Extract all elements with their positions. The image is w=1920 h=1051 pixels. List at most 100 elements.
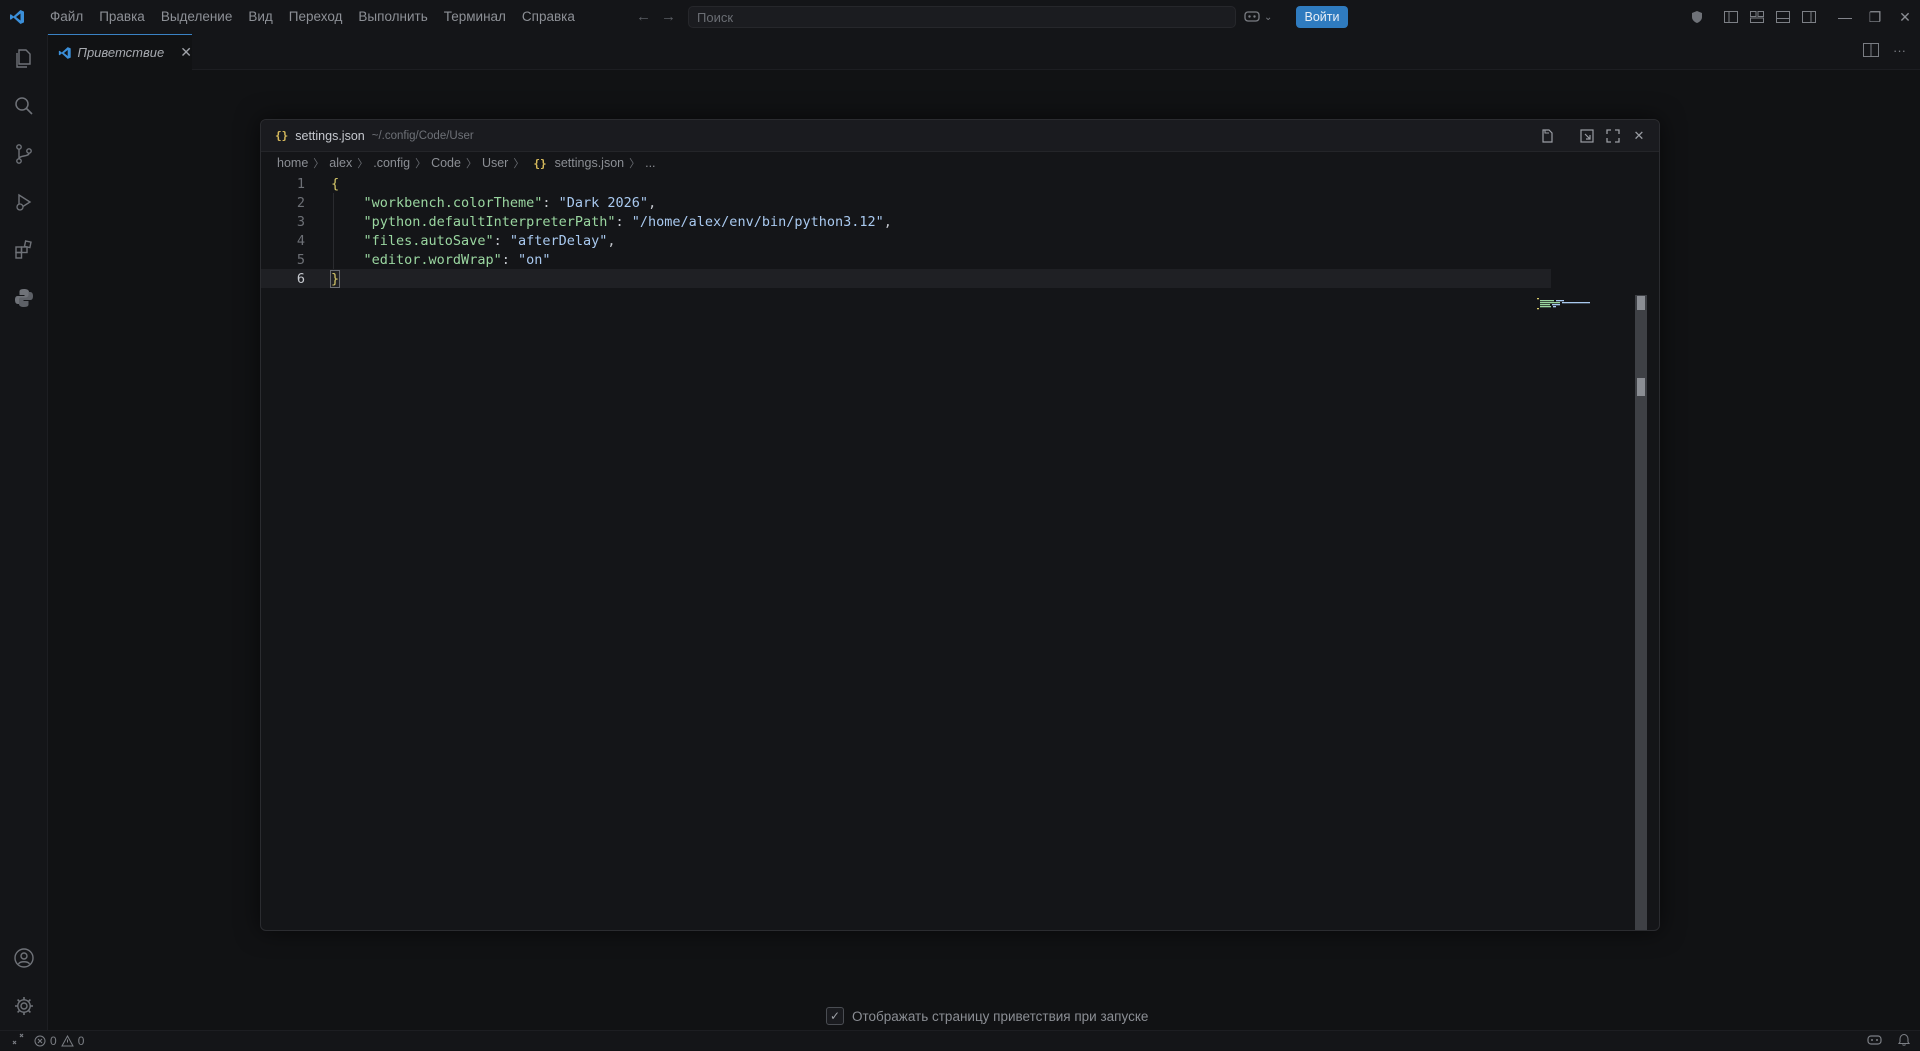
problems-indicator[interactable]: 0 0 xyxy=(34,1034,84,1048)
minimize-icon[interactable]: — xyxy=(1830,0,1860,34)
line-number: 1 xyxy=(296,175,305,192)
breadcrumb-alex[interactable]: alex xyxy=(329,156,352,170)
title-actions: — ❐ ✕ xyxy=(1684,0,1920,34)
accounts-icon[interactable] xyxy=(0,934,48,982)
json-value: Dark 2026 xyxy=(566,194,640,211)
copilot-status-icon[interactable] xyxy=(1867,1034,1882,1049)
activity-bar-bottom xyxy=(0,934,48,1030)
json-file-icon: {} xyxy=(275,129,289,142)
run-debug-icon[interactable] xyxy=(0,178,48,226)
line-number: 5 xyxy=(296,251,305,268)
code-text: } xyxy=(329,269,341,288)
menu-file[interactable]: Файл xyxy=(42,0,91,34)
code-line: 5 "editor.wordWrap": "on" xyxy=(261,250,1551,269)
code-line: 3 "python.defaultInterpreterPath": "/hom… xyxy=(261,212,1551,231)
toggle-primary-sidebar-icon[interactable] xyxy=(1718,0,1744,34)
toggle-panel-icon[interactable] xyxy=(1770,0,1796,34)
code-text: "python.defaultInterpreterPath": "/home/… xyxy=(363,213,892,230)
accounts-shield-icon[interactable] xyxy=(1684,0,1710,34)
extensions-icon[interactable] xyxy=(0,226,48,274)
source-control-icon[interactable] xyxy=(0,130,48,178)
breadcrumb-code[interactable]: Code xyxy=(431,156,461,170)
explorer-icon[interactable] xyxy=(0,34,48,82)
tab-welcome[interactable]: Приветствие ✕ xyxy=(48,34,192,70)
code-editor[interactable]: 1 { 2 "workbench.colorTheme": "Dark 2026… xyxy=(261,174,1659,930)
menu-edit[interactable]: Правка xyxy=(91,0,153,34)
menu-run[interactable]: Выполнить xyxy=(350,0,435,34)
menu-selection[interactable]: Выделение xyxy=(153,0,241,34)
code-text: { xyxy=(331,176,339,192)
open-in-editor-icon[interactable] xyxy=(1577,126,1597,146)
gear-icon[interactable] xyxy=(0,982,48,1030)
comma: , xyxy=(883,213,892,230)
startup-checkbox[interactable]: ✓ xyxy=(826,1007,844,1025)
chevron-right-icon: 〉 xyxy=(357,158,369,170)
minimap[interactable] xyxy=(1537,298,1597,310)
back-arrow-icon[interactable]: ← xyxy=(636,8,651,25)
code-line: 1 { xyxy=(261,174,1551,193)
chevron-right-icon: 〉 xyxy=(465,158,477,170)
editor-tab-strip: Приветствие ✕ ··· xyxy=(48,34,1920,70)
menu-go[interactable]: Переход xyxy=(281,0,351,34)
notifications-bell-icon[interactable] xyxy=(1897,1033,1911,1049)
maximize-icon[interactable] xyxy=(1603,126,1623,146)
title-bar: Файл Правка Выделение Вид Переход Выполн… xyxy=(0,0,1920,34)
json-key: files.autoSave xyxy=(371,232,486,249)
code-text: "files.autoSave": "afterDelay", xyxy=(363,232,616,249)
code-line: 4 "files.autoSave": "afterDelay", xyxy=(261,231,1551,250)
error-icon xyxy=(34,1035,46,1046)
status-right xyxy=(1867,1031,1911,1051)
breadcrumb-file[interactable]: settings.json xyxy=(555,156,624,170)
open-file-icon[interactable] xyxy=(1537,126,1557,146)
breadcrumb-home[interactable]: home xyxy=(277,156,308,170)
search-placeholder: Поиск xyxy=(697,9,734,25)
menu-terminal[interactable]: Терминал xyxy=(436,0,514,34)
line-number: 6 xyxy=(296,270,305,287)
customize-layout-icon[interactable] xyxy=(1744,0,1770,34)
scrollbar-cursor-marker xyxy=(1637,378,1645,396)
search-icon[interactable] xyxy=(0,82,48,130)
menu-bar: Файл Правка Выделение Вид Переход Выполн… xyxy=(42,0,583,34)
scrollbar-top-marker xyxy=(1637,296,1645,310)
restore-icon[interactable]: ❐ xyxy=(1860,0,1890,34)
close-tab-icon[interactable]: ✕ xyxy=(180,44,192,61)
json-key: editor.wordWrap xyxy=(371,251,494,268)
breadcrumb: home 〉 alex 〉 .config 〉 Code 〉 User 〉 {} sett… xyxy=(261,152,1659,174)
json-key: workbench.colorTheme xyxy=(371,194,535,211)
chevron-right-icon: 〉 xyxy=(313,158,325,170)
chevron-right-icon: 〉 xyxy=(629,158,641,170)
code-text: "editor.wordWrap": "on" xyxy=(363,251,551,268)
menu-help[interactable]: Справка xyxy=(514,0,583,34)
vscode-logo-icon xyxy=(0,0,34,34)
settings-json-modal: {} settings.json ~/.config/Code/User ✕ h… xyxy=(260,119,1660,931)
login-button[interactable]: Войти xyxy=(1296,6,1348,28)
modal-actions: ✕ xyxy=(1537,126,1649,146)
copilot-button[interactable]: ⌄ xyxy=(1240,6,1288,28)
close-modal-icon[interactable]: ✕ xyxy=(1629,126,1649,146)
remote-icon[interactable] xyxy=(12,1033,24,1048)
activity-bar xyxy=(0,34,48,1030)
python-icon[interactable] xyxy=(0,274,48,322)
tab-label: Приветствие xyxy=(77,45,165,60)
split-editor-icon[interactable] xyxy=(1863,43,1879,60)
show-welcome-on-startup[interactable]: ✓ Отображать страницу приветствия при за… xyxy=(826,1007,1148,1025)
breadcrumb-user[interactable]: User xyxy=(482,156,508,170)
more-actions-icon[interactable]: ··· xyxy=(1893,43,1906,60)
menu-view[interactable]: Вид xyxy=(240,0,280,34)
status-bar: 0 0 xyxy=(0,1030,1920,1050)
warning-count: 0 xyxy=(77,1033,85,1048)
chevron-down-icon: ⌄ xyxy=(1264,11,1273,23)
close-brace: } xyxy=(329,269,341,288)
json-value: afterDelay xyxy=(518,232,600,249)
line-number: 3 xyxy=(296,213,305,230)
toggle-secondary-sidebar-icon[interactable] xyxy=(1796,0,1822,34)
line-number: 2 xyxy=(296,194,305,211)
close-window-icon[interactable]: ✕ xyxy=(1890,0,1920,34)
forward-arrow-icon[interactable]: → xyxy=(661,8,676,25)
code-line-current: 6 } xyxy=(261,269,1551,288)
json-file-icon: {} xyxy=(533,156,547,170)
breadcrumb-more[interactable]: ... xyxy=(645,156,655,170)
breadcrumb-config[interactable]: .config xyxy=(373,156,410,170)
modal-header: {} settings.json ~/.config/Code/User ✕ xyxy=(261,120,1659,152)
search-input[interactable]: Поиск xyxy=(688,6,1236,28)
